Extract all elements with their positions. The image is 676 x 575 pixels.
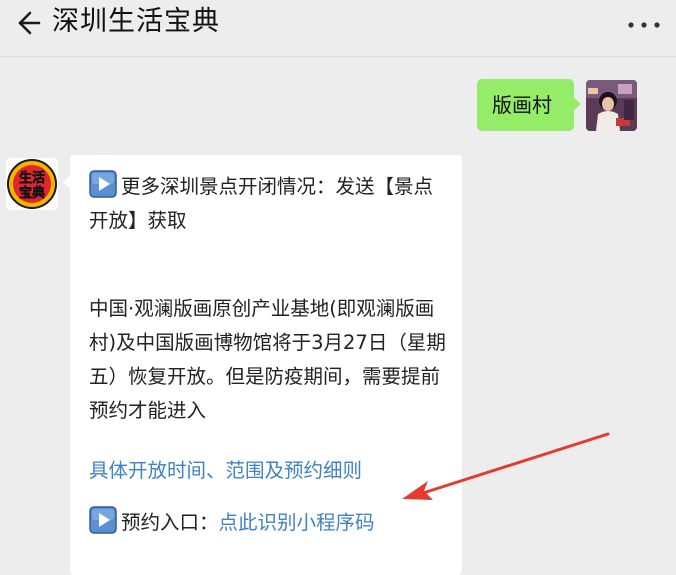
reservation-line: 预约入口：点此识别小程序码: [89, 506, 448, 540]
play-button-icon: [89, 506, 117, 534]
chat-title: 深圳生活宝典: [52, 6, 220, 37]
info-line: 更多深圳景点开闭情况：发送【景点开放】获取: [89, 170, 448, 238]
more-dots-icon[interactable]: [626, 18, 662, 32]
user-avatar[interactable]: [586, 80, 637, 131]
account-avatar[interactable]: 生活 宝典: [6, 158, 58, 210]
outgoing-message-bubble[interactable]: 版画村: [477, 79, 581, 131]
reservation-link[interactable]: 点此识别小程序码: [219, 511, 375, 534]
reservation-label: 预约入口：: [121, 511, 219, 534]
chat-header: 深圳生活宝典: [0, 0, 676, 57]
incoming-message-bubble: 更多深圳景点开闭情况：发送【景点开放】获取 中国·观澜版画原创产业基地(即观澜版…: [63, 155, 462, 575]
play-button-icon: [89, 170, 117, 198]
account-logo: 生活 宝典: [7, 159, 57, 209]
svg-text:宝典: 宝典: [19, 185, 45, 201]
svg-text:生活: 生活: [19, 170, 45, 186]
details-link[interactable]: 具体开放时间、范围及预约细则: [89, 459, 362, 482]
info-line-text: 更多深圳景点开闭情况：发送【景点开放】获取: [89, 175, 434, 232]
reopen-paragraph: 中国·观澜版画原创产业基地(即观澜版画村)及中国版画博物馆将于3月27日（星期五…: [89, 297, 446, 422]
details-line: 具体开放时间、范围及预约细则: [89, 454, 448, 488]
user-avatar-image: [586, 80, 637, 131]
back-arrow-icon[interactable]: [10, 6, 44, 40]
outgoing-message-text: 版画村: [492, 93, 552, 117]
